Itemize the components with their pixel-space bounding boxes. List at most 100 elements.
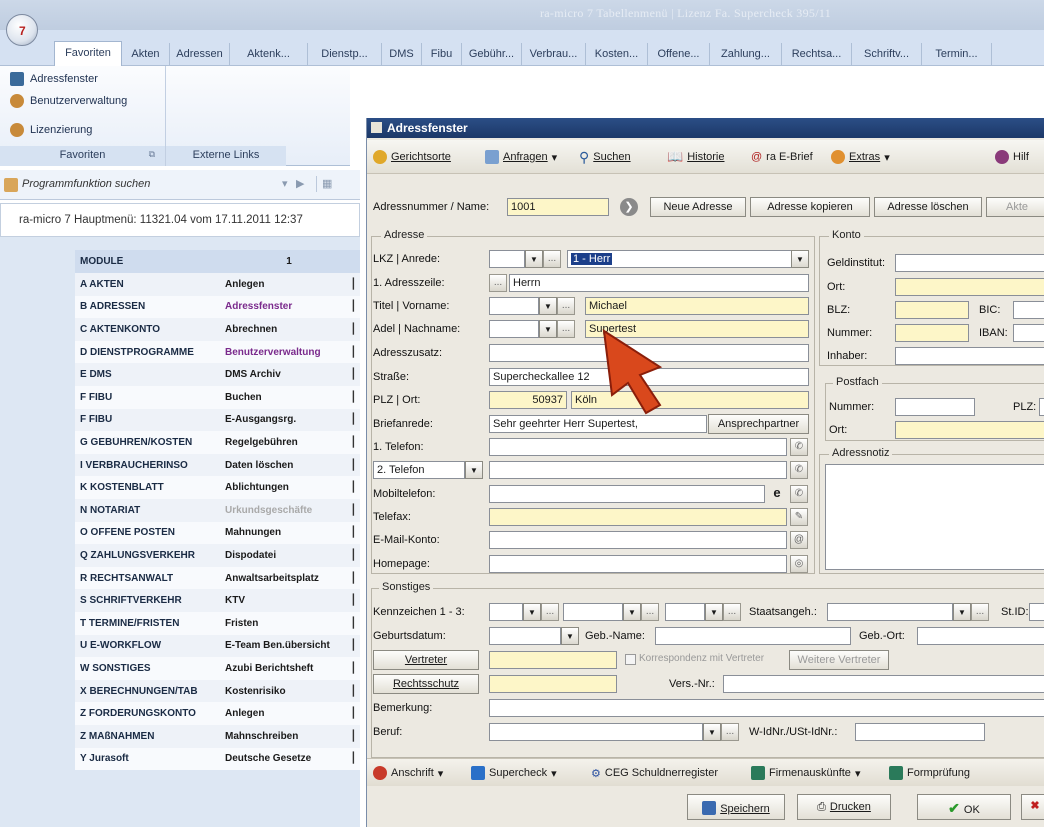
- menu-function-cell[interactable]: Ablichtungen: [223, 482, 353, 493]
- tab-termine[interactable]: Termin...: [922, 43, 992, 66]
- app-orb-button[interactable]: 7: [6, 14, 38, 46]
- firmenauskuenfte-button[interactable]: Firmenauskünfte ▾: [751, 763, 860, 783]
- menu-table-row[interactable]: F FIBU E-Ausgangsrg. ▏: [75, 408, 361, 432]
- menu-table-row[interactable]: W SONSTIGES Azubi Berichtsheft ▏: [75, 657, 361, 680]
- konto-ort-input[interactable]: [895, 278, 1044, 296]
- tab-zahlung[interactable]: Zahlung...: [710, 43, 782, 66]
- weitere-vertreter-button[interactable]: Weitere Vertreter: [789, 650, 889, 670]
- go-arrow-icon[interactable]: ❯: [620, 198, 638, 216]
- titel-input[interactable]: [489, 297, 539, 315]
- menu-function-cell[interactable]: Regelgebühren: [223, 437, 353, 448]
- tab-adressen[interactable]: Adressen: [170, 43, 230, 66]
- vertreter-button[interactable]: Vertreter: [373, 650, 479, 670]
- phone-dial-icon[interactable]: ✆: [790, 438, 808, 456]
- gebname-input[interactable]: [655, 627, 851, 645]
- staatsangeh-lookup[interactable]: ...: [971, 603, 989, 621]
- menu-table-row[interactable]: D DIENSTPROGRAMME Benutzerverwaltung ▏: [75, 340, 361, 364]
- beruf-input[interactable]: [489, 723, 703, 741]
- geburtsdatum-dropdown[interactable]: ▼: [561, 627, 579, 645]
- gebort-input[interactable]: [917, 627, 1044, 645]
- menu-next-cell[interactable]: ▏: [353, 392, 361, 403]
- iban-input[interactable]: [1013, 324, 1044, 342]
- menu-table-row[interactable]: X BERECHNUNGEN/TAB Kostenrisiko ▏: [75, 679, 361, 703]
- menu-function-cell[interactable]: Azubi Berichtsheft: [223, 663, 353, 674]
- menu-module-cell[interactable]: Z FORDERUNGSKONTO: [75, 708, 223, 719]
- menu-function-cell[interactable]: Anlegen: [223, 279, 353, 290]
- ceg-button[interactable]: ⚙ CEG Schuldnerregister: [591, 763, 718, 783]
- telefon1-input[interactable]: [489, 438, 787, 456]
- blz-input[interactable]: [895, 301, 969, 319]
- menu-next-cell[interactable]: ▏: [353, 527, 361, 538]
- telefon2-type-select[interactable]: 2. Telefon: [373, 461, 465, 479]
- menu-table-row[interactable]: A AKTEN Anlegen ▏: [75, 273, 361, 296]
- korrespondenz-checkbox[interactable]: [625, 654, 636, 665]
- menu-next-cell[interactable]: ▏: [353, 708, 361, 719]
- menu-module-cell[interactable]: D DIENSTPROGRAMME: [75, 347, 223, 358]
- menu-table-row[interactable]: O OFFENE POSTEN Mahnungen ▏: [75, 521, 361, 545]
- inhaber-input[interactable]: [895, 347, 1044, 365]
- adresszeile-lookup-button[interactable]: ...: [489, 274, 507, 292]
- menu-next-cell[interactable]: ▏: [353, 369, 361, 380]
- wid-input[interactable]: [855, 723, 985, 741]
- postfach-nummer-input[interactable]: [895, 398, 975, 416]
- search-input[interactable]: Programmfunktion suchen: [22, 178, 150, 190]
- postfach-ort-input[interactable]: [895, 421, 1044, 439]
- speichern-button[interactable]: Speichern: [687, 794, 785, 820]
- tab-dienstprogramme[interactable]: Dienstp...: [308, 43, 382, 66]
- menu-function-cell[interactable]: Fristen: [223, 618, 353, 629]
- menu-table-row[interactable]: U E-WORKFLOW E-Team Ben.übersicht ▏: [75, 634, 361, 658]
- adresszeile-input[interactable]: Herrn: [509, 274, 809, 292]
- vertreter-input[interactable]: [489, 651, 617, 669]
- kennzeichen2-lookup[interactable]: ...: [641, 603, 659, 621]
- kennzeichen1-input[interactable]: [489, 603, 523, 621]
- tab-akten[interactable]: Akten: [122, 43, 170, 66]
- sms-icon[interactable]: e: [767, 485, 787, 503]
- menu-next-cell[interactable]: ▏: [353, 663, 361, 674]
- menu-next-cell[interactable]: ▏: [353, 550, 361, 561]
- staatsangeh-input[interactable]: [827, 603, 953, 621]
- menu-function-cell[interactable]: Anlegen: [223, 708, 353, 719]
- telefon2-dropdown[interactable]: ▼: [465, 461, 483, 479]
- anrede-select[interactable]: 1 - Herr: [567, 250, 809, 268]
- konto-nummer-input[interactable]: [895, 324, 969, 342]
- menu-function-cell[interactable]: Abrechnen: [223, 324, 353, 335]
- menu-function-cell[interactable]: Urkundsgeschäfte: [223, 505, 353, 516]
- menu-function-cell[interactable]: Deutsche Gesetze: [223, 753, 353, 764]
- menu-next-cell[interactable]: ▏: [353, 753, 361, 764]
- menu-next-cell[interactable]: ▏: [353, 279, 361, 290]
- menu-table-row[interactable]: R RECHTSANWALT Anwaltsarbeitsplatz ▏: [75, 566, 361, 590]
- phone-dial-icon-2[interactable]: ✆: [790, 461, 808, 479]
- adel-dropdown[interactable]: ▼: [539, 320, 557, 338]
- adel-lookup-button[interactable]: ...: [557, 320, 575, 338]
- telefon2-input[interactable]: [489, 461, 787, 479]
- akte-button[interactable]: Akte: [986, 197, 1044, 217]
- stid-input[interactable]: [1029, 603, 1044, 621]
- tab-offene[interactable]: Offene...: [648, 43, 710, 66]
- email-icon[interactable]: @: [790, 531, 808, 549]
- menu-table-row[interactable]: B ADRESSEN Adressfenster ▏: [75, 295, 361, 319]
- titel-lookup-button[interactable]: ...: [557, 297, 575, 315]
- menu-next-cell[interactable]: ▏: [353, 482, 361, 493]
- menu-function-cell[interactable]: KTV: [223, 595, 353, 606]
- menu-module-cell[interactable]: X BERECHNUNGEN/TAB: [75, 686, 223, 697]
- menu-function-cell[interactable]: Dispodatei: [223, 550, 353, 561]
- search-go-icon[interactable]: ▶: [296, 177, 304, 190]
- menu-table-row[interactable]: T TERMINE/FRISTEN Fristen ▏: [75, 612, 361, 635]
- menu-function-cell[interactable]: Daten löschen: [223, 460, 353, 471]
- menu-function-cell[interactable]: E-Team Ben.übersicht: [223, 640, 353, 651]
- menu-function-cell[interactable]: E-Ausgangsrg.: [223, 414, 353, 425]
- menu-module-cell[interactable]: C AKTENKONTO: [75, 324, 223, 335]
- geburtsdatum-input[interactable]: [489, 627, 561, 645]
- menu-module-cell[interactable]: F FIBU: [75, 392, 223, 403]
- menu-next-cell[interactable]: ▏: [353, 686, 361, 697]
- tab-gebuehren[interactable]: Gebühr...: [462, 43, 522, 66]
- email-input[interactable]: [489, 531, 787, 549]
- toolbar-gerichtsorte[interactable]: Gerichtsorte: [373, 147, 451, 167]
- menu-next-cell[interactable]: ▏: [353, 460, 361, 471]
- adresse-loeschen-button[interactable]: Adresse löschen: [874, 197, 982, 217]
- menu-function-cell[interactable]: Anwaltsarbeitsplatz: [223, 573, 353, 584]
- rechtsschutz-input[interactable]: [489, 675, 617, 693]
- tab-kosten[interactable]: Kosten...: [586, 43, 648, 66]
- beruf-lookup[interactable]: ...: [721, 723, 739, 741]
- bemerkung-input[interactable]: [489, 699, 1044, 717]
